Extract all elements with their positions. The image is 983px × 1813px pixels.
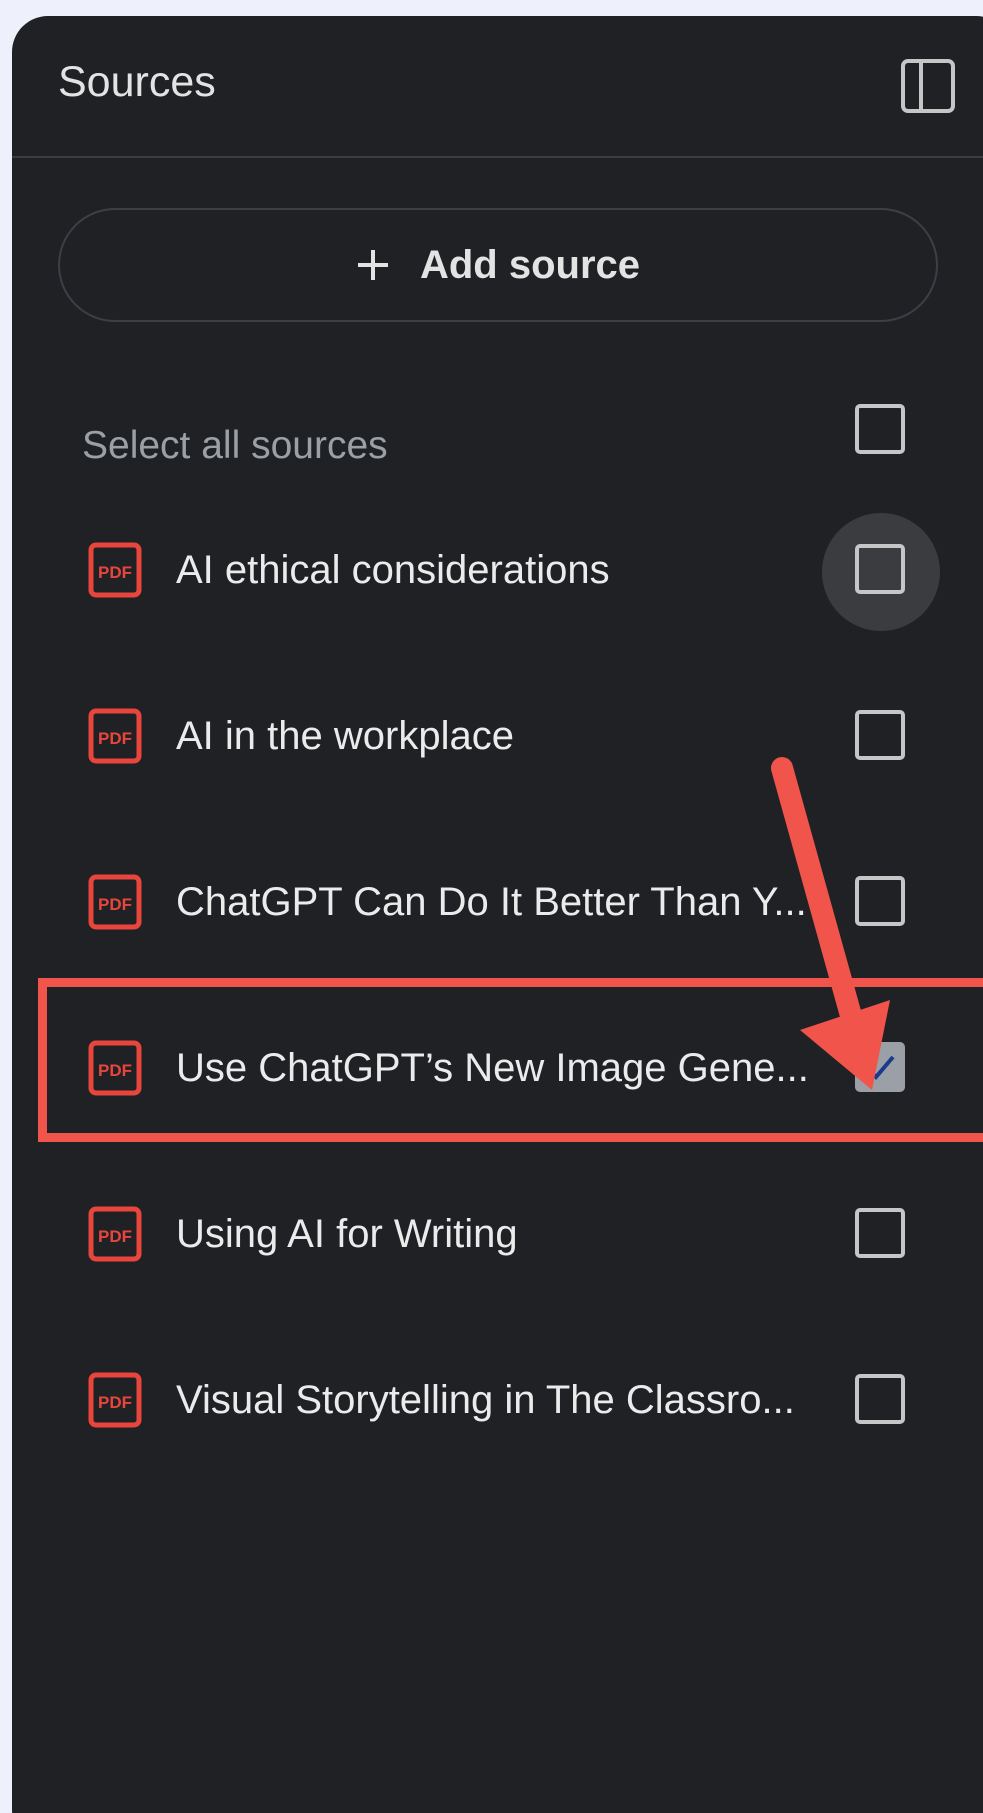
- pdf-icon: PDF: [88, 874, 142, 930]
- source-label: Visual Storytelling in The Classro...: [176, 1378, 795, 1422]
- pdf-icon: PDF: [88, 1372, 142, 1428]
- source-item[interactable]: PDF ChatGPT Can Do It Better Than Y...: [12, 844, 983, 964]
- source-label: Use ChatGPT’s New Image Gene...: [176, 1046, 809, 1090]
- svg-text:PDF: PDF: [98, 729, 132, 748]
- add-source-label: Add source: [419, 242, 641, 287]
- side-panel-icon[interactable]: [900, 58, 956, 114]
- select-all-checkbox[interactable]: [855, 404, 905, 454]
- add-source-button[interactable]: Add source: [58, 208, 938, 322]
- svg-text:PDF: PDF: [98, 563, 132, 582]
- source-label: AI in the workplace: [176, 714, 514, 758]
- source-item[interactable]: PDF AI ethical considerations: [12, 512, 983, 632]
- pdf-icon: PDF: [88, 708, 142, 764]
- svg-text:PDF: PDF: [98, 1227, 132, 1246]
- select-all-label: Select all sources: [82, 424, 388, 467]
- source-label: ChatGPT Can Do It Better Than Y...: [176, 880, 807, 924]
- source-checkbox[interactable]: [855, 876, 905, 926]
- source-label: AI ethical considerations: [176, 548, 610, 592]
- page: Sources Add source Select all sources PD…: [0, 0, 983, 1813]
- source-item[interactable]: PDF Using AI for Writing: [12, 1176, 983, 1296]
- panel-header: Sources: [12, 16, 983, 158]
- pdf-icon: PDF: [88, 1040, 142, 1096]
- checkmark-icon: [865, 1055, 895, 1080]
- source-label: Using AI for Writing: [176, 1212, 518, 1256]
- pdf-icon: PDF: [88, 542, 142, 598]
- source-item[interactable]: PDF Use ChatGPT’s New Image Gene...: [12, 1010, 983, 1130]
- plus-icon: [356, 248, 390, 282]
- sources-panel: Sources Add source Select all sources PD…: [12, 16, 983, 1813]
- svg-text:PDF: PDF: [98, 1393, 132, 1412]
- pdf-icon: PDF: [88, 1206, 142, 1262]
- source-item[interactable]: PDF Visual Storytelling in The Classro..…: [12, 1342, 983, 1462]
- source-item[interactable]: PDF AI in the workplace: [12, 678, 983, 798]
- source-checkbox[interactable]: [855, 1374, 905, 1424]
- source-checkbox-checked[interactable]: [855, 1042, 905, 1092]
- source-checkbox[interactable]: [855, 710, 905, 760]
- svg-text:PDF: PDF: [98, 895, 132, 914]
- source-checkbox[interactable]: [855, 544, 905, 594]
- source-checkbox[interactable]: [855, 1208, 905, 1258]
- panel-title: Sources: [58, 58, 216, 106]
- svg-text:PDF: PDF: [98, 1061, 132, 1080]
